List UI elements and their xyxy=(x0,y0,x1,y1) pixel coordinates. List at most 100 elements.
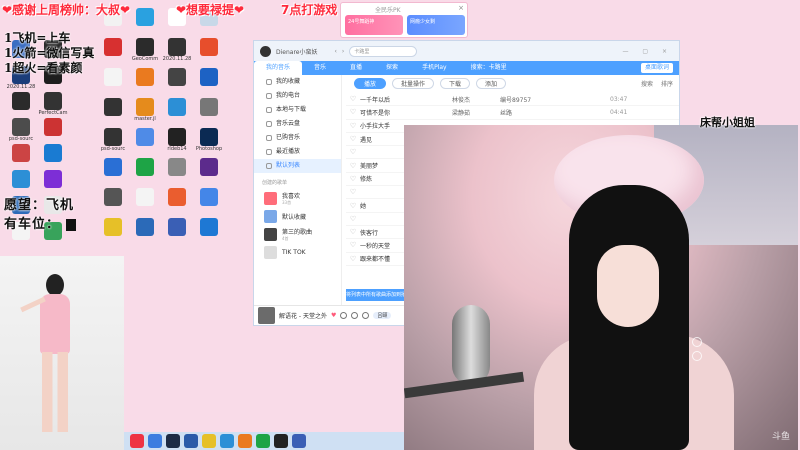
playlist-item[interactable]: 我喜欢 33首 xyxy=(254,189,341,207)
desktop-shortcut[interactable] xyxy=(4,170,38,188)
desktop-shortcut[interactable] xyxy=(160,68,194,86)
heart-icon[interactable]: ♡ xyxy=(346,148,360,156)
desktop-shortcut[interactable]: psd-sourc xyxy=(4,118,38,142)
app-icon[interactable] xyxy=(292,434,306,448)
desktop-shortcut[interactable] xyxy=(160,188,194,206)
sidebar-item-favorites[interactable]: 我的收藏 xyxy=(254,75,341,89)
desktop-shortcut[interactable] xyxy=(128,128,162,146)
tab-live[interactable]: 直播 xyxy=(338,61,374,75)
desktop-shortcut[interactable] xyxy=(192,158,226,176)
steam-icon[interactable] xyxy=(166,434,180,448)
netease-icon[interactable] xyxy=(130,434,144,448)
heart-icon[interactable]: ♡ xyxy=(346,162,360,170)
desktop-shortcut[interactable] xyxy=(4,92,38,110)
search-list-button[interactable]: 搜索 xyxy=(641,79,653,88)
desktop-shortcut[interactable] xyxy=(128,158,162,176)
desktop-shortcut[interactable] xyxy=(96,188,130,206)
desktop-shortcut[interactable] xyxy=(192,188,226,206)
desktop-shortcut[interactable] xyxy=(128,8,162,26)
desktop-shortcut[interactable] xyxy=(36,144,70,162)
heart-icon[interactable]: ♥ xyxy=(331,312,336,319)
app-icon[interactable] xyxy=(274,434,288,448)
heart-icon[interactable]: ♡ xyxy=(346,175,360,183)
desktop-shortcut[interactable] xyxy=(192,98,226,116)
desktop-shortcut[interactable] xyxy=(96,158,130,176)
desktop-shortcut[interactable]: PerfectCam xyxy=(36,92,70,116)
app-icon[interactable] xyxy=(238,434,252,448)
close-icon[interactable]: × xyxy=(458,4,464,12)
folder-icon[interactable] xyxy=(202,434,216,448)
back-icon[interactable]: ‹ xyxy=(335,48,337,55)
heart-icon[interactable]: ♡ xyxy=(346,188,360,196)
desktop-lyric-button[interactable]: 桌面歌词 xyxy=(640,63,673,73)
desktop-shortcut[interactable]: master.jl xyxy=(128,98,162,122)
avatar[interactable] xyxy=(260,45,271,57)
desktop-shortcut[interactable] xyxy=(96,98,130,116)
tab-search[interactable]: 搜索：卡路里 xyxy=(459,61,519,75)
user-name[interactable]: Dienare小蛮妖 xyxy=(276,47,318,56)
playlist-item[interactable]: 第三的歌曲 4首 xyxy=(254,225,341,243)
heart-icon[interactable]: ♡ xyxy=(346,215,360,223)
pk-window[interactable]: 全民乐PK × 24号舞蹈神 网瘾少女剩 xyxy=(340,2,468,38)
desktop-shortcut[interactable]: psd-sourc xyxy=(96,128,130,152)
sort-button[interactable]: 排序 xyxy=(661,79,673,88)
add-all-to-queue-button[interactable]: 将列表中所有歌曲添加到播放 xyxy=(346,289,406,310)
app-icon[interactable] xyxy=(184,434,198,448)
pk-right-card[interactable]: 网瘾少女剩 xyxy=(407,15,465,35)
cam-side-controls[interactable] xyxy=(692,337,706,377)
sidebar-item-default-list[interactable]: 默认列表 xyxy=(254,159,341,173)
pk-left-card[interactable]: 24号舞蹈神 xyxy=(345,15,403,35)
desktop-shortcut[interactable]: 2020.11.28 xyxy=(160,38,194,62)
tab-my-music[interactable]: 我的音乐 xyxy=(254,61,303,75)
desktop-shortcut[interactable] xyxy=(192,38,226,56)
play-icon[interactable] xyxy=(351,312,359,319)
search-input[interactable]: 卡路里 xyxy=(349,45,418,57)
playlist-item[interactable]: 默认收藏 xyxy=(254,207,341,225)
add-button[interactable]: 添加 xyxy=(476,77,507,89)
desktop-shortcut[interactable] xyxy=(96,218,130,236)
tab-music[interactable]: 音乐 xyxy=(302,61,338,75)
heart-icon[interactable]: ♡ xyxy=(346,95,360,103)
player-icon[interactable] xyxy=(256,434,270,448)
heart-icon[interactable]: ♡ xyxy=(346,241,360,249)
sidebar-item-purchased[interactable]: 已购音乐 xyxy=(254,131,341,145)
tab-phone-play[interactable]: 手机Play xyxy=(410,61,459,75)
next-icon[interactable] xyxy=(362,312,370,319)
desktop-shortcut[interactable] xyxy=(192,68,226,86)
desktop-shortcut[interactable]: GeoComm xyxy=(128,38,162,62)
desktop-shortcut[interactable] xyxy=(36,170,70,188)
desktop-shortcut[interactable]: rldeb14 xyxy=(160,128,194,152)
playlist-item[interactable]: TIK TOK xyxy=(254,243,341,261)
sidebar-item-recent[interactable]: 最近播放 xyxy=(254,145,341,159)
desktop-shortcut[interactable] xyxy=(96,68,130,86)
sidebar-item-local[interactable]: 本地与下载 xyxy=(254,103,341,117)
desktop-shortcut[interactable] xyxy=(128,218,162,236)
heart-icon[interactable]: ♡ xyxy=(346,108,360,116)
play-all-button[interactable]: 播放 xyxy=(354,77,387,89)
desktop-shortcut[interactable] xyxy=(160,158,194,176)
heart-icon[interactable]: ♡ xyxy=(346,202,360,210)
app-icon[interactable] xyxy=(220,434,234,448)
prev-icon[interactable] xyxy=(340,312,348,319)
desktop-shortcut[interactable] xyxy=(160,218,194,236)
song-row[interactable]: ♡ 可惜不是你 梁静茹 丝路 04:41 xyxy=(346,106,679,120)
batch-button[interactable]: 批量操作 xyxy=(392,77,435,89)
window-controls[interactable]: — ▢ × xyxy=(622,48,673,55)
desktop-shortcut[interactable] xyxy=(96,38,130,56)
album-cover[interactable] xyxy=(258,307,275,324)
sidebar-item-cloud[interactable]: 音乐云盘 xyxy=(254,117,341,131)
heart-icon[interactable]: ♡ xyxy=(346,122,360,130)
tab-explore[interactable]: 探索 xyxy=(374,61,410,75)
desktop-shortcut[interactable] xyxy=(160,98,194,116)
song-row[interactable]: ♡ 一千年以后 林俊杰 编号89757 03:47 xyxy=(346,93,679,107)
heart-icon[interactable]: ♡ xyxy=(346,228,360,236)
download-button[interactable]: 下载 xyxy=(440,77,471,89)
desktop-shortcut[interactable] xyxy=(36,118,70,136)
desktop-shortcut[interactable] xyxy=(128,188,162,206)
sidebar-item-radio[interactable]: 我的电台 xyxy=(254,89,341,103)
circle-icon[interactable] xyxy=(692,351,702,361)
heart-icon[interactable]: ♡ xyxy=(346,135,360,143)
chrome-icon[interactable] xyxy=(148,434,162,448)
desktop-shortcut[interactable]: Photoshop xyxy=(192,128,226,152)
heart-icon[interactable]: ♡ xyxy=(346,255,360,263)
